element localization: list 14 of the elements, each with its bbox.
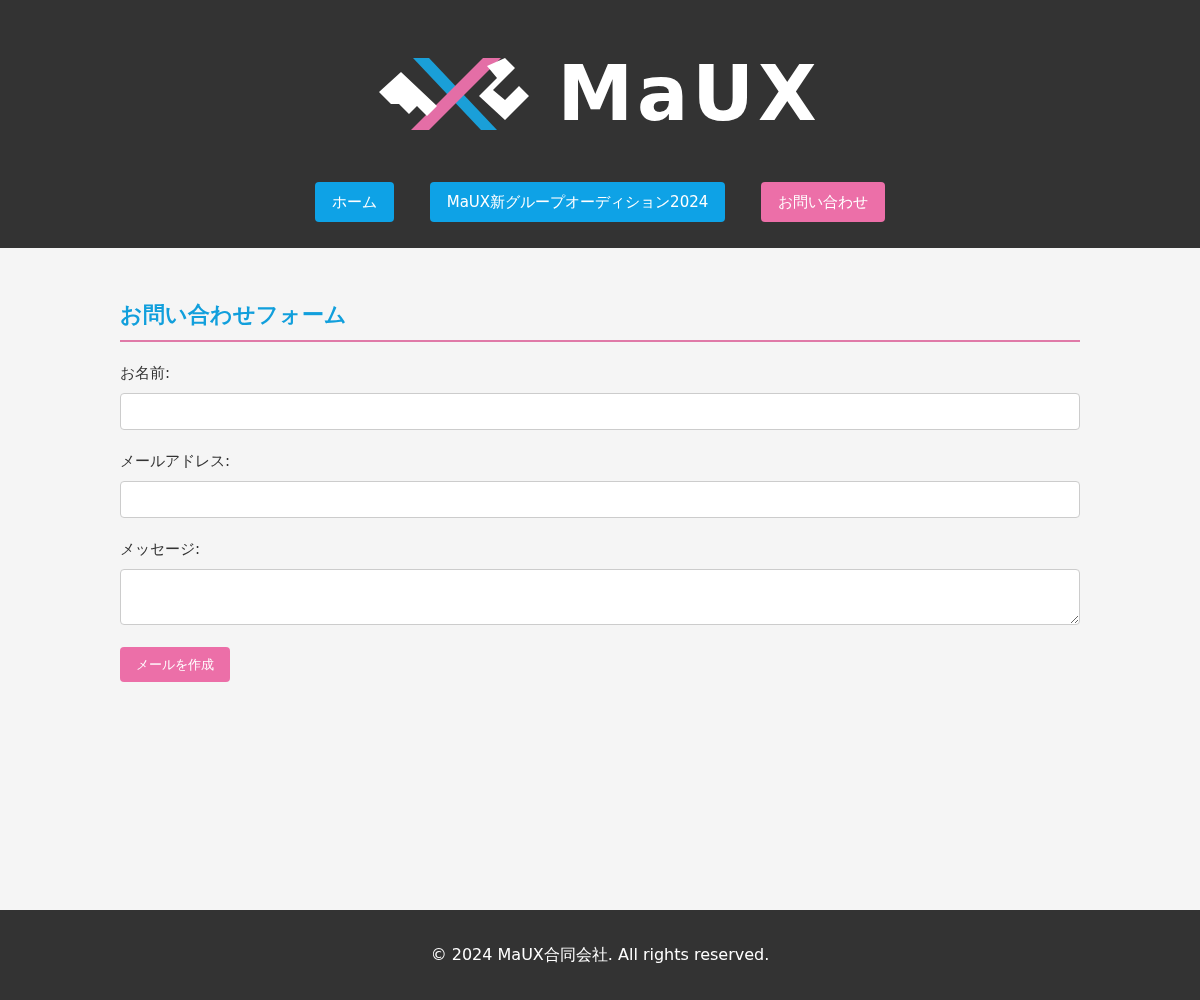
form-title: お問い合わせフォーム [120, 300, 1080, 342]
input-field[interactable] [120, 481, 1080, 518]
field-label: メールアドレス: [120, 452, 232, 471]
message-field[interactable] [120, 569, 1080, 625]
field-label: お名前: [120, 364, 172, 383]
nav-button[interactable]: MaUX新グループオーディション2024 [429, 182, 726, 222]
logo-emblem-icon [379, 58, 532, 130]
copyright-text: © 2024 MaUX合同会社. All rights reserved. [430, 944, 770, 966]
field-label: メッセージ: [120, 540, 202, 559]
nav-button[interactable]: ホーム [314, 182, 394, 222]
logo-wordmark: MaUX [557, 56, 821, 132]
submit-button[interactable]: メールを作成 [120, 647, 230, 682]
input-field[interactable] [120, 393, 1080, 430]
nav-button[interactable]: お問い合わせ [761, 182, 886, 222]
